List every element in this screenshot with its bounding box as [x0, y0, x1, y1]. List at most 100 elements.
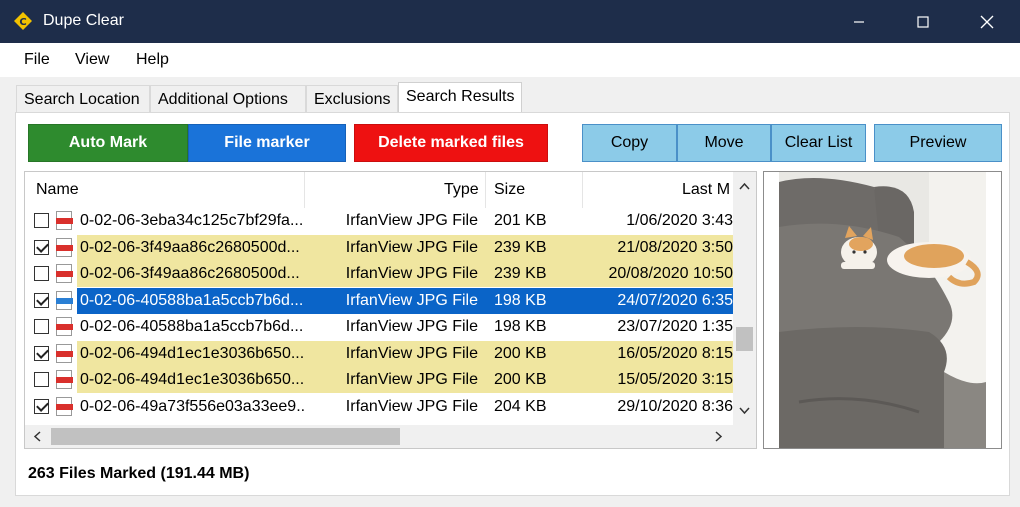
scroll-up-icon[interactable] [739, 182, 750, 190]
file-modified: 29/10/2020 8:36 [617, 397, 733, 415]
horizontal-scroll-thumb[interactable] [51, 428, 400, 445]
file-modified: 15/05/2020 3:15 [617, 371, 733, 388]
maximize-icon [917, 15, 929, 28]
file-icon-band [56, 350, 73, 357]
row-checkbox[interactable] [34, 372, 49, 387]
file-size: 239 KB [494, 265, 547, 282]
svg-text:C: C [19, 17, 26, 28]
clear-list-button[interactable]: Clear List [771, 124, 866, 162]
file-type: IrfanView JPG File [345, 371, 478, 388]
jpg-file-icon [56, 370, 73, 389]
file-modified: 16/05/2020 8:15 [617, 344, 733, 362]
copy-button[interactable]: Copy [582, 124, 677, 162]
results-list[interactable]: Name Type Size Last M 0-02-06-3eba34c125… [24, 171, 757, 449]
file-name: 0-02-06-3eba34c125c7bf29fa... [80, 212, 304, 229]
file-icon-band [56, 297, 73, 304]
file-name: 0-02-06-40588ba1a5ccb7b6d... [80, 291, 304, 309]
tab-search-results[interactable]: Search Results [398, 82, 522, 113]
file-type: IrfanView JPG File [345, 212, 478, 229]
title-bar: C Dupe Clear [0, 0, 1020, 43]
file-type: IrfanView JPG File [345, 318, 478, 335]
file-name: 0-02-06-494d1ec1e3036b650... [80, 344, 305, 362]
file-icon-band [56, 244, 73, 251]
scroll-right-icon[interactable] [715, 431, 723, 442]
column-divider[interactable] [485, 172, 486, 208]
scroll-left-icon[interactable] [33, 431, 41, 442]
file-icon-band [56, 271, 73, 277]
file-type: IrfanView JPG File [345, 291, 478, 309]
file-type: IrfanView JPG File [345, 344, 478, 362]
table-row[interactable]: 0-02-06-49a73f556e03a33ee9... IrfanView J… [25, 394, 733, 420]
row-checkbox[interactable] [34, 398, 49, 414]
file-modified: 24/07/2020 6:35 [617, 291, 733, 309]
move-button[interactable]: Move [677, 124, 771, 162]
status-text: 263 Files Marked (191.44 MB) [28, 465, 250, 482]
scroll-down-icon[interactable] [739, 407, 750, 415]
file-size: 239 KB [494, 238, 547, 256]
menu-help[interactable]: Help [136, 51, 169, 69]
preview-button[interactable]: Preview [874, 124, 1002, 162]
close-button[interactable] [964, 0, 1010, 43]
row-checkbox[interactable] [34, 319, 49, 334]
row-checkbox[interactable] [34, 292, 49, 308]
column-divider[interactable] [582, 172, 583, 208]
auto-mark-button[interactable]: Auto Mark [28, 124, 188, 162]
tab-exclusions[interactable]: Exclusions [306, 85, 398, 113]
file-name: 0-02-06-3f49aa86c2680500d... [80, 238, 300, 256]
horizontal-scrollbar[interactable] [25, 425, 733, 448]
vertical-scrollbar[interactable] [733, 172, 756, 425]
delete-marked-files-button[interactable]: Delete marked files [354, 124, 548, 162]
app-logo-icon: C [14, 12, 32, 30]
file-modified: 1/06/2020 3:43 [626, 212, 733, 229]
file-type: IrfanView JPG File [345, 397, 478, 415]
menu-file[interactable]: File [24, 51, 50, 69]
jpg-file-icon [56, 211, 73, 230]
file-size: 198 KB [494, 291, 547, 309]
file-name: 0-02-06-40588ba1a5ccb7b6d... [80, 318, 304, 335]
jpg-file-icon [56, 264, 73, 283]
menu-view[interactable]: View [75, 51, 109, 69]
minimize-button[interactable] [836, 0, 882, 43]
table-row[interactable]: 0-02-06-3f49aa86c2680500d... IrfanView JP… [25, 234, 733, 261]
tab-search-location[interactable]: Search Location [16, 85, 150, 113]
jpg-file-icon [56, 396, 73, 416]
file-size: 204 KB [494, 397, 547, 415]
minimize-icon [854, 20, 864, 23]
table-row[interactable]: 0-02-06-40588ba1a5ccb7b6d... IrfanView JP… [25, 287, 733, 314]
file-icon-band [56, 218, 73, 224]
file-size: 200 KB [494, 344, 547, 362]
file-size: 201 KB [494, 212, 547, 229]
maximize-button[interactable] [900, 0, 946, 43]
file-name: 0-02-06-494d1ec1e3036b650... [80, 371, 305, 388]
vertical-scroll-thumb[interactable] [736, 327, 753, 351]
window-title: Dupe Clear [43, 12, 124, 29]
row-checkbox[interactable] [34, 345, 49, 361]
table-row[interactable]: 0-02-06-3f49aa86c2680500d... IrfanView JP… [25, 261, 733, 287]
row-checkbox[interactable] [34, 213, 49, 228]
jpg-file-icon [56, 237, 73, 257]
file-size: 200 KB [494, 371, 547, 388]
table-row[interactable]: 0-02-06-494d1ec1e3036b650... IrfanView JP… [25, 367, 733, 393]
file-modified: 23/07/2020 1:35 [617, 318, 733, 335]
file-marker-button[interactable]: File marker [188, 124, 346, 162]
file-size: 198 KB [494, 318, 547, 335]
menu-bar: File View Help [0, 43, 1020, 77]
close-icon [980, 15, 994, 28]
scrollbar-corner [733, 425, 756, 448]
file-icon-band [56, 403, 73, 410]
row-checkbox[interactable] [34, 266, 49, 281]
column-divider[interactable] [304, 172, 305, 208]
table-row[interactable]: 0-02-06-3eba34c125c7bf29fa... IrfanView J… [25, 208, 733, 234]
file-type: IrfanView JPG File [345, 265, 478, 282]
file-name: 0-02-06-3f49aa86c2680500d... [80, 265, 300, 282]
file-type: IrfanView JPG File [345, 238, 478, 256]
jpg-file-icon [56, 317, 73, 336]
table-row[interactable]: 0-02-06-494d1ec1e3036b650... IrfanView JP… [25, 340, 733, 367]
tab-additional-options[interactable]: Additional Options [150, 85, 306, 113]
preview-image [779, 172, 986, 448]
row-checkbox[interactable] [34, 239, 49, 255]
file-icon-band [56, 377, 73, 383]
table-row[interactable]: 0-02-06-40588ba1a5ccb7b6d... IrfanView JP… [25, 314, 733, 340]
image-preview-pane [763, 171, 1002, 449]
file-name: 0-02-06-49a73f556e03a33ee9... [80, 397, 305, 415]
